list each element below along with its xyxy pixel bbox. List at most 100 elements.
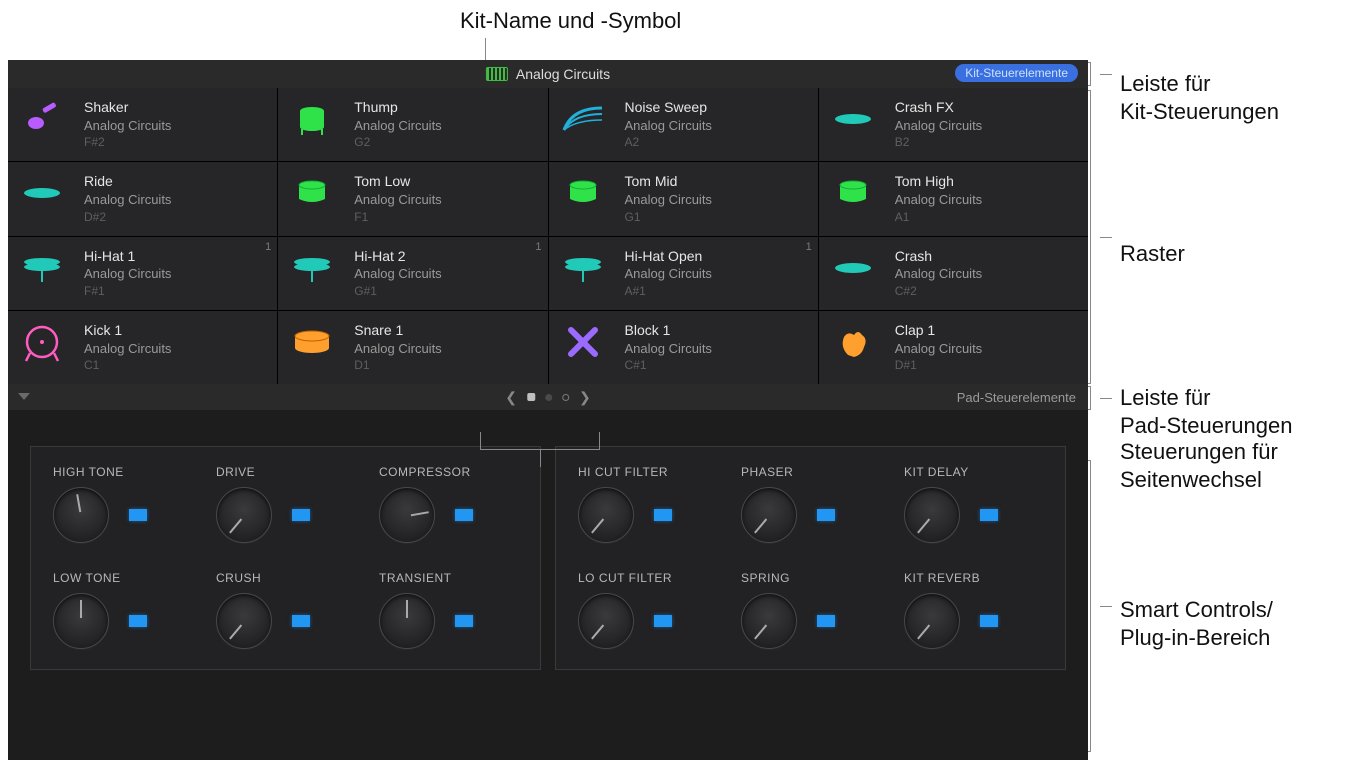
knob[interactable] [578,593,634,649]
pad-text: Clap 1 Analog Circuits D#1 [895,321,982,374]
pad-name: Tom High [895,172,982,191]
pad-name: Kick 1 [84,321,171,340]
page-dot-3[interactable] [562,394,569,401]
page-dot-2[interactable] [545,394,552,401]
pad-sub: Analog Circuits [895,117,982,135]
pad-cell[interactable]: Tom Low Analog Circuits F1 [278,162,547,235]
kit-controls-button[interactable]: Kit-Steuerelemente [955,64,1078,82]
pad-text: Hi-Hat 1 Analog Circuits F#1 [84,247,171,300]
knob-indicator[interactable] [455,615,473,627]
pad-controls-label[interactable]: Pad-Steuerelemente [957,390,1076,405]
knob-pointer [406,600,408,618]
snare-icon [288,321,336,363]
pad-cell[interactable]: Tom High Analog Circuits A1 [819,162,1088,235]
knob-cell: HIGH TONE [41,465,204,543]
knob-label: SPRING [741,571,790,585]
knob[interactable] [904,593,960,649]
pad-text: Crash FX Analog Circuits B2 [895,98,982,151]
knob-cell: COMPRESSOR [367,465,530,543]
bracket-line [1100,74,1112,75]
pad-cell[interactable]: Kick 1 Analog Circuits C1 [8,311,277,384]
knob-indicator[interactable] [980,615,998,627]
knob-cell: CRUSH [204,571,367,649]
hihat-icon [288,247,336,289]
shaker-icon [18,98,66,140]
pad-note: A#1 [625,283,712,299]
knob-indicator[interactable] [455,509,473,521]
pad-sub: Analog Circuits [354,340,441,358]
pad-cell[interactable]: Ride Analog Circuits D#2 [8,162,277,235]
knob-pointer [411,511,429,516]
knob[interactable] [216,593,272,649]
pad-text: Tom High Analog Circuits A1 [895,172,982,225]
pad-note: D1 [354,357,441,373]
knob[interactable] [741,487,797,543]
callout-kit-name: Kit-Name und -Symbol [460,8,681,34]
pad-cell[interactable]: Clap 1 Analog Circuits D#1 [819,311,1088,384]
knob-indicator[interactable] [292,509,310,521]
knob-pointer [754,624,767,639]
kit-name-display[interactable]: Analog Circuits [486,66,610,82]
pad-note: G1 [625,209,712,225]
knob-pointer [917,624,930,639]
knob-indicator[interactable] [654,509,672,521]
pad-badge: 1 [265,241,271,253]
knob[interactable] [379,593,435,649]
knob-cell: LO CUT FILTER [566,571,729,649]
knob[interactable] [53,593,109,649]
pad-cell[interactable]: Crash Analog Circuits C#2 [819,237,1088,310]
pad-sub: Analog Circuits [84,340,171,358]
pad-cell[interactable]: Noise Sweep Analog Circuits A2 [549,88,818,161]
knob[interactable] [578,487,634,543]
page-dot-1[interactable] [527,393,535,401]
knob-indicator[interactable] [817,509,835,521]
pad-cell[interactable]: Block 1 Analog Circuits C#1 [549,311,818,384]
pad-note: A2 [625,134,712,150]
knob-pointer [917,518,930,533]
knob[interactable] [216,487,272,543]
kick-icon [18,321,66,363]
pad-controls-bar: ❮ ❯ Pad-Steuerelemente [8,384,1088,410]
pad-note: C#1 [625,357,712,373]
knob[interactable] [379,487,435,543]
knob-label: CRUSH [216,571,261,585]
knob-pointer [76,494,81,512]
knob-cell: HI CUT FILTER [566,465,729,543]
pad-cell[interactable]: Hi-Hat 2 Analog Circuits G#1 1 [278,237,547,310]
knob-indicator[interactable] [129,615,147,627]
knob-indicator[interactable] [292,615,310,627]
knob-label: COMPRESSOR [379,465,471,479]
pad-sub: Analog Circuits [895,340,982,358]
knob[interactable] [904,487,960,543]
knob[interactable] [53,487,109,543]
knob-pointer [591,624,604,639]
pad-sub: Analog Circuits [354,265,441,283]
knob-cell: KIT DELAY [892,465,1055,543]
pad-cell[interactable]: Tom Mid Analog Circuits G1 [549,162,818,235]
pad-cell[interactable]: Snare 1 Analog Circuits D1 [278,311,547,384]
knob-indicator[interactable] [129,509,147,521]
pad-cell[interactable]: Hi-Hat 1 Analog Circuits F#1 1 [8,237,277,310]
knob[interactable] [741,593,797,649]
knob-indicator[interactable] [980,509,998,521]
pad-name: Snare 1 [354,321,441,340]
page-switch-controls: ❮ ❯ [505,389,590,406]
knob-indicator[interactable] [654,615,672,627]
page-prev-icon[interactable]: ❮ [505,389,517,406]
bracket-line [1090,90,1091,384]
hihat-icon [18,247,66,289]
kit-icon [486,67,508,81]
knob-label: TRANSIENT [379,571,452,585]
pad-cell[interactable]: Thump Analog Circuits G2 [278,88,547,161]
pad-cell[interactable]: Hi-Hat Open Analog Circuits A#1 1 [549,237,818,310]
page-next-icon[interactable]: ❯ [579,389,591,406]
knob-indicator[interactable] [817,615,835,627]
pad-cell[interactable]: Crash FX Analog Circuits B2 [819,88,1088,161]
pad-name: Hi-Hat 2 [354,247,441,266]
knob-label: KIT REVERB [904,571,980,585]
disclosure-triangle-icon[interactable] [18,393,30,400]
pad-name: Crash FX [895,98,982,117]
pad-cell[interactable]: Shaker Analog Circuits F#2 [8,88,277,161]
pad-badge: 1 [806,241,812,253]
knob-pointer [229,624,242,639]
